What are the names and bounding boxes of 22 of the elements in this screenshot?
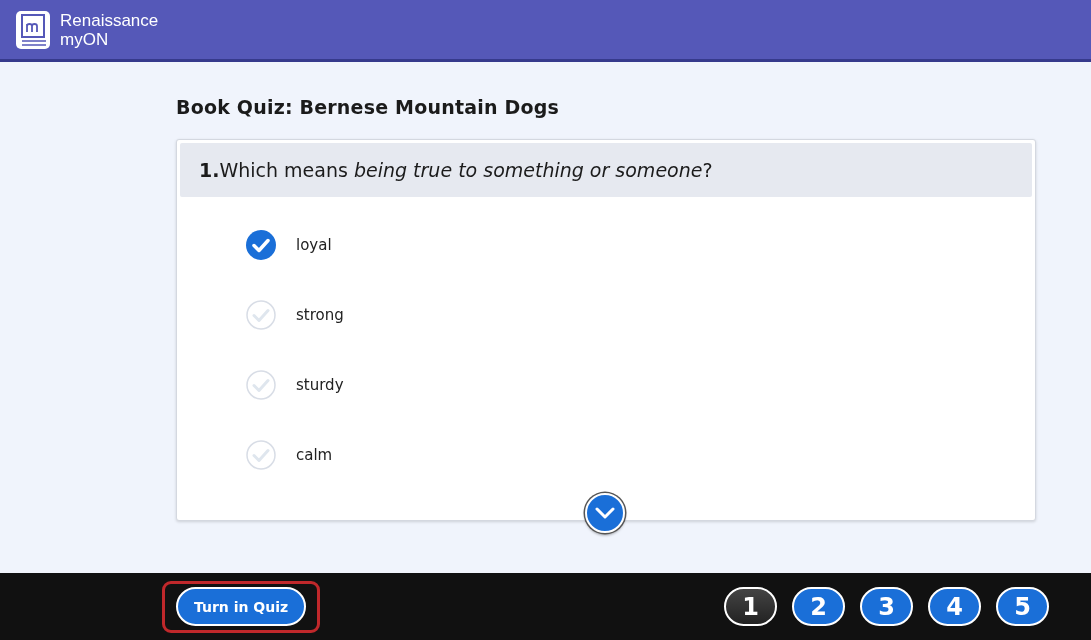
unchecked-circle-icon[interactable] [246, 440, 276, 470]
question-page-button[interactable]: 5 [996, 587, 1049, 626]
question-page-button[interactable]: 3 [860, 587, 913, 626]
book-logo-icon [16, 10, 50, 49]
question-page-button[interactable]: 4 [928, 587, 981, 626]
scroll-down-button[interactable] [585, 493, 625, 533]
turn-in-quiz-button[interactable]: Turn in Quiz [176, 587, 306, 626]
question-text: Which means being true to something or someone? [219, 159, 713, 181]
question-page-button[interactable]: 1 [724, 587, 777, 626]
answer-option[interactable]: sturdy [296, 376, 344, 394]
brand-name: Renaissance [60, 10, 159, 30]
chevron-down-icon [594, 506, 616, 520]
unchecked-circle-icon[interactable] [246, 300, 276, 330]
checked-circle-icon[interactable] [246, 230, 276, 260]
question-number: 1. [199, 159, 220, 181]
answer-option[interactable]: loyal [296, 236, 332, 254]
brand-name: myON [60, 29, 110, 49]
unchecked-circle-icon[interactable] [246, 370, 276, 400]
quiz-title: Book Quiz: Bernese Mountain Dogs [176, 96, 560, 120]
answer-option[interactable]: strong [296, 306, 344, 324]
question-page-button[interactable]: 2 [792, 587, 845, 626]
answer-option[interactable]: calm [296, 446, 333, 464]
